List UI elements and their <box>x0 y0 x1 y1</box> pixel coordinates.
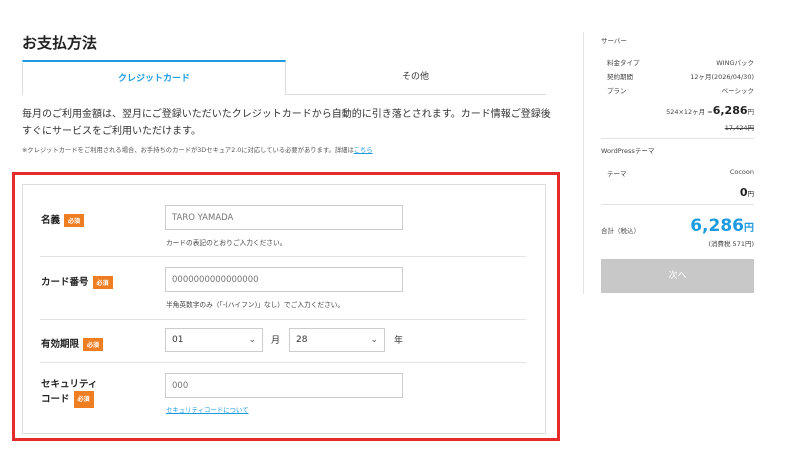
name-label-text: 名義 <box>41 215 61 226</box>
tab-credit-card[interactable]: クレジットカード <box>22 60 286 95</box>
total-unit: 円 <box>744 223 754 234</box>
payment-description: 毎月のご利用金額は、翌月にご登録いただいたクレジットカードから自動的に引き落とさ… <box>22 106 552 140</box>
security-code-help-link[interactable]: セキュリティコードについて <box>166 405 249 414</box>
required-badge: 必須 <box>73 391 94 408</box>
divider <box>601 204 754 205</box>
summary-row-theme: テーマ Cocoon <box>607 168 754 178</box>
row-label: 契約期間 <box>607 73 633 81</box>
original-price: 17,424円 <box>724 124 754 132</box>
name-label: 名義 必須 <box>41 212 85 227</box>
card-number-hint: 半角英数字のみ（「-(ハイフン)」なし）でご入力ください。 <box>166 301 345 309</box>
security-label-line-2: コード <box>41 394 70 405</box>
card-number-label: カード番号 必須 <box>41 274 113 289</box>
price-unit: 円 <box>747 108 755 116</box>
tab-other[interactable]: その他 <box>285 60 546 95</box>
payment-tabs: クレジットカード その他 <box>22 60 546 96</box>
year-unit: 年 <box>394 336 404 346</box>
row-value: Cocoon <box>729 168 754 176</box>
chevron-down-icon: ⌄ <box>248 335 256 345</box>
3ds-note: ※クレジットカードをご利用される場合、お手持ちのカードが3Dセキュア2.0に対応… <box>22 145 552 154</box>
security-label-line-1: セキュリティ <box>41 379 98 390</box>
required-badge: 必須 <box>64 214 85 227</box>
theme-price-amount: 0 <box>739 186 748 199</box>
expiry-label: 有効期限 必須 <box>41 336 104 351</box>
total-amount: 6,286 <box>690 216 744 236</box>
security-code-label: セキュリティ コード 必須 <box>41 378 97 408</box>
required-badge: 必須 <box>92 276 113 289</box>
divider <box>601 138 754 139</box>
row-value: ベーシック <box>721 87 754 95</box>
description-line-1: 毎月のご利用金額は、翌月にご登録いただいたクレジットカードから自動的に引き落とさ… <box>22 109 551 120</box>
server-price: 524×12ヶ月 =6,286円 <box>601 104 754 117</box>
required-badge: 必須 <box>83 338 104 351</box>
details-link[interactable]: こちら <box>354 147 373 154</box>
price-amount: 6,286 <box>712 104 748 117</box>
price-calc: 524×12ヶ月 = <box>666 108 713 116</box>
server-heading: サーバー <box>601 37 627 45</box>
name-input[interactable] <box>165 205 403 230</box>
divider <box>40 362 526 363</box>
summary-row-plan-type: 料金タイプ WINGパック <box>607 57 754 67</box>
divider <box>40 319 526 320</box>
expiry-month-select[interactable]: 01 ⌄ <box>165 328 263 352</box>
3ds-note-text: ※クレジットカードをご利用される場合、お手持ちのカードが3Dセキュア2.0に対応… <box>22 147 354 154</box>
row-label: テーマ <box>607 170 627 178</box>
expiry-year-select[interactable]: 28 ⌄ <box>289 328 385 352</box>
chevron-down-icon: ⌄ <box>370 335 378 345</box>
total-price: 6,286円 <box>601 216 754 236</box>
summary-row-plan: プラン ベーシック <box>607 85 754 95</box>
card-number-input[interactable] <box>165 267 403 292</box>
column-divider <box>583 32 584 294</box>
expiry-year-value: 28 <box>296 335 308 345</box>
summary-row-contract: 契約期間 12ヶ月(2026/04/30) <box>607 71 754 81</box>
row-value: 12ヶ月(2026/04/30) <box>690 73 754 81</box>
theme-price-unit: 円 <box>747 190 755 198</box>
next-button[interactable]: 次へ <box>601 259 754 293</box>
page-title: お支払方法 <box>22 34 98 52</box>
row-label: 料金タイプ <box>607 59 640 67</box>
expiry-label-text: 有効期限 <box>41 339 80 350</box>
card-number-label-text: カード番号 <box>41 277 89 288</box>
month-unit: 月 <box>271 336 281 346</box>
expiry-month-value: 01 <box>172 335 184 345</box>
tax-note: (消費税 571円) <box>708 240 754 248</box>
name-hint: カードの表記のとおりご入力ください。 <box>166 239 287 247</box>
description-line-2: すぐにサービスをご利用いただけます。 <box>22 126 201 137</box>
divider <box>40 256 526 257</box>
theme-heading: WordPressテーマ <box>601 147 655 155</box>
theme-price: 0円 <box>601 186 754 199</box>
row-value: WINGパック <box>716 59 754 67</box>
row-label: プラン <box>607 87 627 95</box>
security-code-input[interactable] <box>165 373 403 398</box>
